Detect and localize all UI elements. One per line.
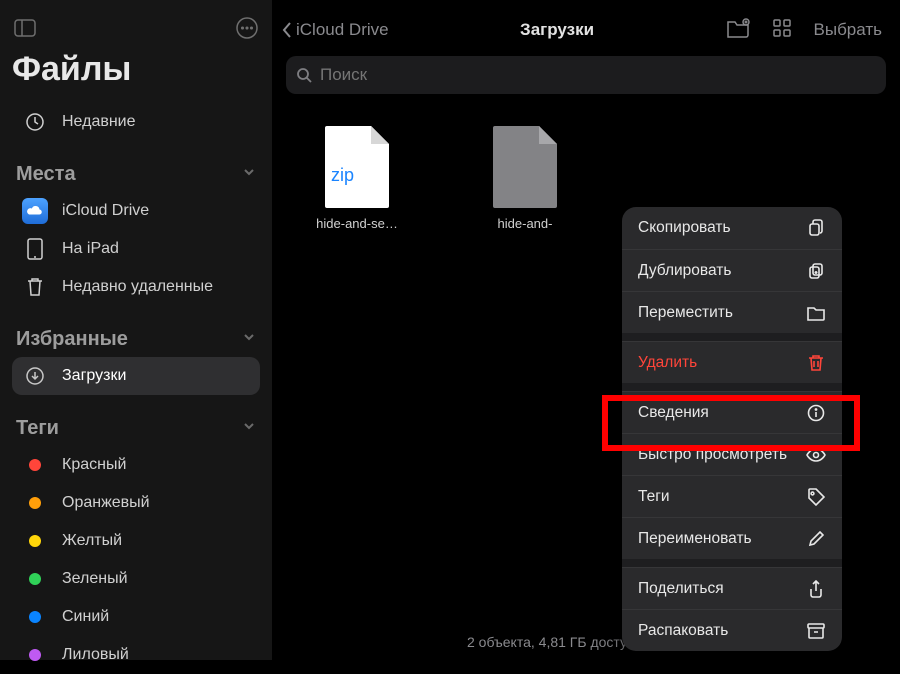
- search-input[interactable]: [320, 65, 876, 85]
- context-quicklook[interactable]: Быстро просмотреть: [622, 433, 842, 475]
- tag-dot-icon: [29, 497, 41, 509]
- tag-label: Синий: [62, 608, 109, 626]
- context-share[interactable]: Поделиться: [622, 567, 842, 609]
- section-tags-header[interactable]: Теги: [12, 417, 260, 440]
- context-copy[interactable]: Скопировать: [622, 207, 842, 249]
- context-tags[interactable]: Теги: [622, 475, 842, 517]
- page-title: Загрузки: [393, 20, 722, 40]
- sidebar-item-downloads[interactable]: Загрузки: [12, 357, 260, 395]
- tags-list: Красный Оранжевый Желтый Зеленый Синий Лиловы…: [12, 446, 260, 674]
- share-icon: [806, 579, 826, 599]
- menu-label: Удалить: [638, 354, 697, 372]
- icloud-icon: [22, 198, 48, 224]
- context-delete[interactable]: Удалить: [622, 341, 842, 383]
- chevron-down-icon: [242, 419, 256, 438]
- sidebar-tag-item[interactable]: Желтый: [12, 522, 260, 560]
- menu-label: Распаковать: [638, 622, 728, 640]
- sidebar: Файлы Недавние Места iCloud Drive На iPa…: [0, 0, 272, 660]
- tag-dot-icon: [29, 573, 41, 585]
- tag-label: Оранжевый: [62, 494, 150, 512]
- sidebar-item-recents[interactable]: Недавние: [12, 103, 260, 141]
- sidebar-toggle-icon[interactable]: [12, 15, 38, 41]
- sidebar-item-label: iCloud Drive: [62, 202, 149, 220]
- more-icon[interactable]: [234, 15, 260, 41]
- tag-dot-icon: [29, 649, 41, 661]
- copy-icon: [806, 218, 826, 238]
- menu-label: Скопировать: [638, 219, 731, 237]
- section-title: Избранные: [16, 328, 128, 351]
- trash-icon: [806, 353, 826, 373]
- menu-label: Переместить: [638, 304, 733, 322]
- context-rename[interactable]: Переименовать: [622, 517, 842, 559]
- info-icon: [806, 403, 826, 423]
- sidebar-item-label: Недавние: [62, 113, 136, 131]
- back-button[interactable]: iCloud Drive: [280, 20, 389, 40]
- view-grid-icon[interactable]: [772, 18, 792, 43]
- search-icon: [296, 67, 312, 83]
- tag-dot-icon: [29, 611, 41, 623]
- tag-icon: [806, 487, 826, 507]
- sidebar-item-ipad[interactable]: На iPad: [12, 230, 260, 268]
- tag-dot-icon: [29, 535, 41, 547]
- section-title: Места: [16, 163, 76, 186]
- eye-icon: [806, 445, 826, 465]
- archive-icon: [806, 621, 826, 641]
- sidebar-tag-item[interactable]: Лиловый: [12, 636, 260, 674]
- sidebar-item-label: Загрузки: [62, 367, 126, 385]
- file-item[interactable]: hide-and-: [480, 126, 570, 232]
- menu-label: Теги: [638, 488, 670, 506]
- file-item[interactable]: zip hide-and-se…: [312, 126, 402, 232]
- section-favorites-header[interactable]: Избранные: [12, 328, 260, 351]
- context-menu: Скопировать Дублировать Переместить Удал…: [622, 207, 842, 651]
- app-title: Файлы: [12, 50, 260, 89]
- sidebar-tag-item[interactable]: Синий: [12, 598, 260, 636]
- select-button[interactable]: Выбрать: [814, 20, 882, 40]
- sidebar-tag-item[interactable]: Зеленый: [12, 560, 260, 598]
- clock-icon: [22, 109, 48, 135]
- context-info[interactable]: Сведения: [622, 391, 842, 433]
- new-folder-icon[interactable]: [726, 18, 750, 43]
- sidebar-tag-item[interactable]: Оранжевый: [12, 484, 260, 522]
- duplicate-icon: [806, 261, 826, 281]
- file-name: hide-and-: [498, 216, 553, 232]
- main-area: iCloud Drive Загрузки Выбрать zip hide-a…: [272, 0, 900, 660]
- tag-label: Зеленый: [62, 570, 128, 588]
- menu-label: Быстро просмотреть: [638, 446, 787, 464]
- ipad-icon: [22, 236, 48, 262]
- chevron-down-icon: [242, 330, 256, 349]
- menu-label: Переименовать: [638, 530, 752, 548]
- sidebar-tag-item[interactable]: Красный: [12, 446, 260, 484]
- tag-label: Красный: [62, 456, 126, 474]
- back-label: iCloud Drive: [296, 20, 389, 40]
- download-icon: [22, 363, 48, 389]
- sidebar-item-trash[interactable]: Недавно удаленные: [12, 268, 260, 306]
- pencil-icon: [806, 529, 826, 549]
- menu-label: Поделиться: [638, 580, 724, 598]
- context-move[interactable]: Переместить: [622, 291, 842, 333]
- section-title: Теги: [16, 417, 59, 440]
- search-field[interactable]: [286, 56, 886, 94]
- context-uncompress[interactable]: Распаковать: [622, 609, 842, 651]
- section-places-header[interactable]: Места: [12, 163, 260, 186]
- menu-label: Дублировать: [638, 262, 731, 280]
- sidebar-item-icloud[interactable]: iCloud Drive: [12, 192, 260, 230]
- tag-dot-icon: [29, 459, 41, 471]
- file-name: hide-and-se…: [316, 216, 398, 232]
- tag-label: Лиловый: [62, 646, 129, 664]
- sidebar-item-label: На iPad: [62, 240, 119, 258]
- topbar: iCloud Drive Загрузки Выбрать: [272, 0, 900, 48]
- sidebar-item-label: Недавно удаленные: [62, 278, 213, 296]
- trash-icon: [22, 274, 48, 300]
- chevron-down-icon: [242, 165, 256, 184]
- context-duplicate[interactable]: Дублировать: [622, 249, 842, 291]
- menu-label: Сведения: [638, 404, 709, 422]
- folder-icon: [806, 303, 826, 323]
- zip-badge: zip: [331, 165, 354, 186]
- tag-label: Желтый: [62, 532, 122, 550]
